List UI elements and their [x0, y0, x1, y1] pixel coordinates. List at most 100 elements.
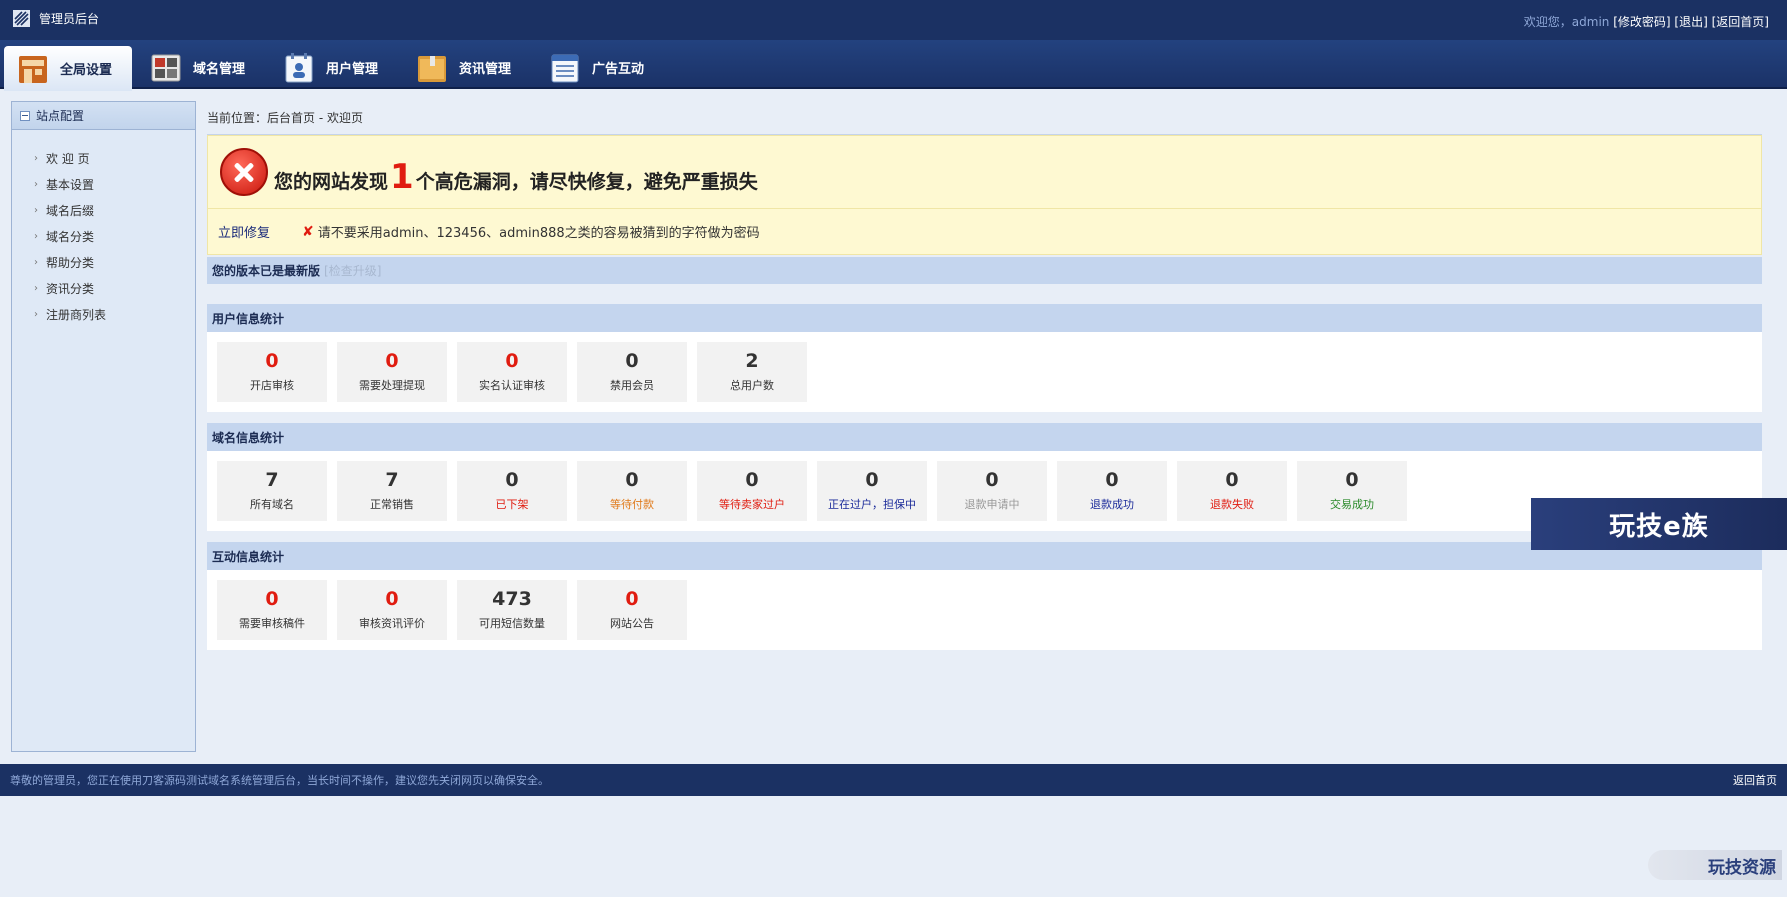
stat-value: 0: [265, 587, 279, 610]
stat-value: 0: [265, 349, 279, 372]
alert-prefix: 您的网站发现: [274, 171, 389, 193]
version-status: 您的版本已是最新版: [212, 264, 321, 278]
top-bar: 管理员后台 欢迎您，admin [修改密码] [退出] [返回首页]: [0, 0, 1787, 40]
section-title: 互动信息统计: [207, 542, 1762, 570]
sidebar-item-domain-category[interactable]: › 域名分类: [12, 223, 195, 249]
stat-card[interactable]: 0 退款失败: [1177, 461, 1287, 521]
fix-now-link[interactable]: 立即修复: [218, 222, 270, 241]
stat-card[interactable]: 0 开店审核: [217, 342, 327, 402]
chevron-right-icon: ›: [34, 308, 38, 320]
stat-label: 所有域名: [250, 498, 294, 512]
stat-card[interactable]: 0 退款申请中: [937, 461, 1047, 521]
sidebar-item-welcome[interactable]: › 欢 迎 页: [12, 145, 195, 171]
tab-user-management[interactable]: 用户管理: [270, 46, 398, 89]
chevron-right-icon: ›: [34, 256, 38, 268]
collapse-icon[interactable]: [20, 110, 30, 121]
footer-back-home-link[interactable]: 返回首页: [1733, 772, 1777, 788]
stat-value: 473: [492, 587, 532, 610]
stat-value: 7: [385, 468, 399, 491]
stat-label: 正常销售: [370, 498, 414, 512]
tab-label: 全局设置: [60, 63, 113, 78]
alert-headline: 您的网站发现 1 个高危漏洞，请尽快修复，避免严重损失: [274, 160, 758, 194]
stat-cards: 0 需要审核稿件 0 审核资讯评价 473 可用短信数量 0 网站公告: [207, 570, 1762, 650]
sidebar-item-label: 帮助分类: [46, 255, 95, 270]
security-alert: 您的网站发现 1 个高危漏洞，请尽快修复，避免严重损失 立即修复 ✘ 请不要采用…: [207, 135, 1762, 255]
chevron-right-icon: ›: [34, 230, 38, 242]
stat-card[interactable]: 0 等待付款: [577, 461, 687, 521]
list-icon: [551, 54, 579, 82]
sidebar-header[interactable]: 站点配置: [12, 102, 195, 130]
sidebar-item-label: 欢 迎 页: [46, 151, 90, 166]
building-icon: [19, 55, 47, 83]
stat-card[interactable]: 2 总用户数: [697, 342, 807, 402]
watermark-logo-bottom: 玩技资源: [1648, 850, 1782, 880]
sidebar-item-label: 基本设置: [46, 177, 95, 192]
back-home-link[interactable]: [返回首页]: [1712, 15, 1769, 29]
stat-card[interactable]: 0 交易成功: [1297, 461, 1407, 521]
stat-value: 2: [745, 349, 759, 372]
password-tip: 请不要采用admin、123456、admin888之类的容易被猜到的字符做为密…: [317, 226, 760, 241]
stat-card[interactable]: 7 正常销售: [337, 461, 447, 521]
version-bar: 您的版本已是最新版 [检查升级]: [207, 257, 1762, 284]
stat-card[interactable]: 0 已下架: [457, 461, 567, 521]
stat-card[interactable]: 0 需要处理提现: [337, 342, 447, 402]
check-upgrade-link[interactable]: [检查升级]: [324, 262, 381, 279]
alert-actions-row: 立即修复 ✘ 请不要采用admin、123456、admin888之类的容易被猜…: [208, 208, 1761, 254]
sidebar-item-label: 域名分类: [46, 229, 95, 244]
tab-ad-interaction[interactable]: 广告互动: [536, 46, 664, 89]
tab-news-management[interactable]: 资讯管理: [403, 46, 531, 89]
sidebar-item-label: 资讯分类: [46, 281, 95, 296]
stat-card[interactable]: 0 等待卖家过户: [697, 461, 807, 521]
grid-icon: [151, 54, 181, 81]
stat-card[interactable]: 0 正在过户，担保中: [817, 461, 927, 521]
section-title: 用户信息统计: [207, 304, 1762, 332]
user-links: 欢迎您，admin [修改密码] [退出] [返回首页]: [1524, 13, 1769, 30]
domain-stats-section: 域名信息统计 7 所有域名 7 正常销售 0 已下架 0 等待付款 0 等待卖家过户 0 正在过户，担…: [207, 423, 1762, 531]
sidebar-item-domain-suffix[interactable]: › 域名后缀: [12, 197, 195, 223]
sidebar-item-label: 域名后缀: [46, 203, 95, 218]
stat-label: 已下架: [495, 498, 529, 512]
chevron-right-icon: ›: [34, 282, 38, 294]
tab-label: 广告互动: [592, 62, 645, 77]
footer-note: 尊敬的管理员，您正在使用刀客源码测试域名系统管理后台，当长时间不操作，建议您先关…: [10, 774, 549, 787]
stat-cards: 0 开店审核 0 需要处理提现 0 实名认证审核 0 禁用会员 2 总用户数: [207, 332, 1762, 412]
stat-label: 审核资讯评价: [359, 617, 425, 631]
stat-label: 等待付款: [610, 498, 654, 512]
user-stats-section: 用户信息统计 0 开店审核 0 需要处理提现 0 实名认证审核 0 禁用会员 2 总用户数: [207, 304, 1762, 412]
stat-label: 退款申请中: [964, 498, 1020, 512]
sidebar-item-registrar-list[interactable]: › 注册商列表: [12, 301, 195, 327]
stat-card[interactable]: 7 所有域名: [217, 461, 327, 521]
stat-card[interactable]: 0 审核资讯评价: [337, 580, 447, 640]
error-icon: [220, 148, 268, 196]
breadcrumb: 当前位置：后台首页 - 欢迎页: [207, 101, 1762, 135]
user-card-icon: [285, 52, 313, 82]
stat-card[interactable]: 0 退款成功: [1057, 461, 1167, 521]
tab-domain-management[interactable]: 域名管理: [137, 46, 265, 89]
stat-value: 0: [505, 468, 519, 491]
sidebar-item-news-category[interactable]: › 资讯分类: [12, 275, 195, 301]
stat-value: 0: [625, 587, 639, 610]
logout-link[interactable]: [退出]: [1674, 15, 1707, 29]
stat-cards: 7 所有域名 7 正常销售 0 已下架 0 等待付款 0 等待卖家过户 0 正在过户，担保中 0 退款申请…: [207, 451, 1762, 531]
main-content: 当前位置：后台首页 - 欢迎页 您的网站发现 1 个高危漏洞，请尽快修复，避免严…: [207, 101, 1762, 650]
x-mark-icon: ✘: [302, 223, 314, 240]
change-password-link[interactable]: [修改密码]: [1613, 15, 1670, 29]
interaction-stats-section: 互动信息统计 0 需要审核稿件 0 审核资讯评价 473 可用短信数量 0 网站公告: [207, 542, 1762, 650]
stat-card[interactable]: 0 实名认证审核: [457, 342, 567, 402]
alert-suffix: 个高危漏洞，请尽快修复，避免严重损失: [415, 171, 758, 193]
sidebar-item-help-category[interactable]: › 帮助分类: [12, 249, 195, 275]
stat-card[interactable]: 0 网站公告: [577, 580, 687, 640]
tab-global-settings[interactable]: 全局设置: [4, 46, 132, 91]
main-nav: 全局设置 域名管理 用户管理 资讯管理 广告互动: [0, 40, 1787, 91]
stat-label: 等待卖家过户: [719, 498, 785, 512]
sidebar-item-basic-settings[interactable]: › 基本设置: [12, 171, 195, 197]
stat-label: 禁用会员: [610, 379, 654, 393]
stat-value: 0: [505, 349, 519, 372]
stat-card[interactable]: 473 可用短信数量: [457, 580, 567, 640]
stat-value: 0: [385, 587, 399, 610]
stat-card[interactable]: 0 禁用会员: [577, 342, 687, 402]
stat-card[interactable]: 0 需要审核稿件: [217, 580, 327, 640]
stat-label: 网站公告: [610, 617, 654, 631]
stat-value: 0: [985, 468, 999, 491]
chevron-right-icon: ›: [34, 178, 38, 190]
